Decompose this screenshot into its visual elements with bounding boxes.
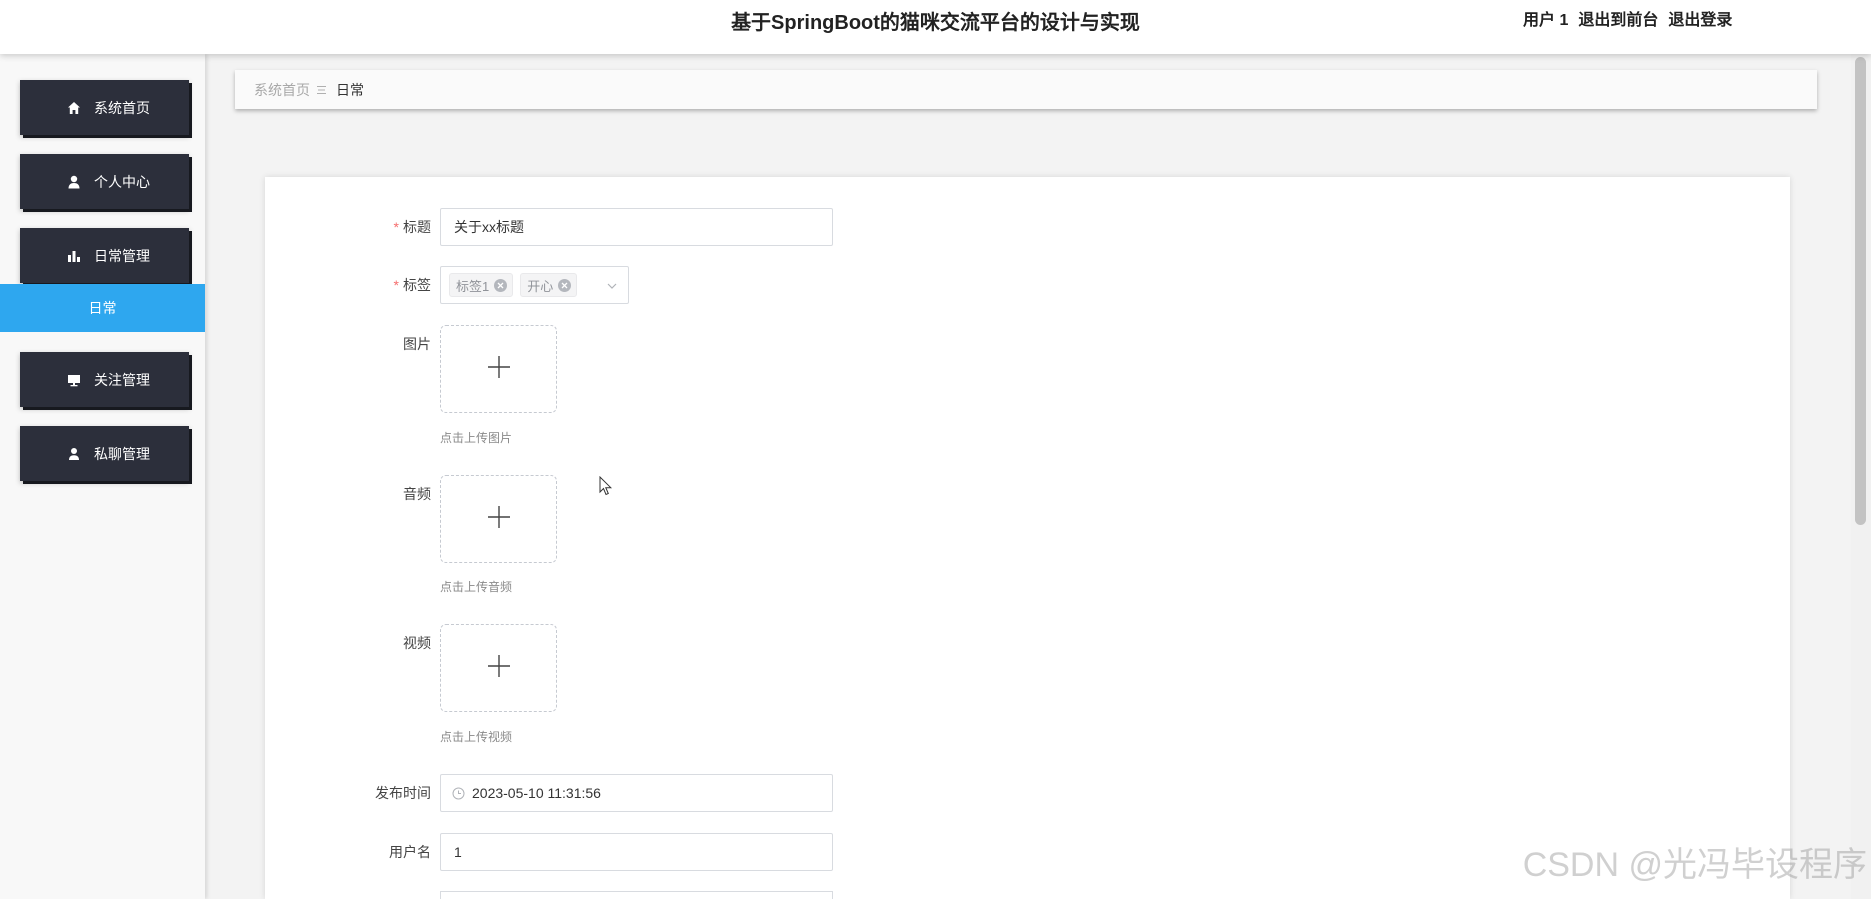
publish-time-input[interactable] xyxy=(440,774,833,812)
bar-chart-icon xyxy=(67,249,81,263)
monitor-icon xyxy=(67,373,81,387)
username-label: 用户名 xyxy=(389,844,431,860)
sidebar-item-chat-manage[interactable]: 私聊管理 xyxy=(20,426,189,481)
image-upload-hint: 点击上传图片 xyxy=(440,431,513,445)
chevron-down-icon xyxy=(606,280,618,292)
logout-link[interactable]: 退出登录 xyxy=(1668,0,1732,42)
audio-upload-hint: 点击上传音频 xyxy=(440,580,513,594)
app-root: 基于SpringBoot的猫咪交流平台的设计与实现 用户 1 退出到前台 退出登… xyxy=(0,0,1871,899)
tag-chip: 标签1 xyxy=(449,273,514,297)
image-upload-button[interactable] xyxy=(440,325,557,413)
sidebar-item-label: 系统首页 xyxy=(94,99,150,116)
video-upload-button[interactable] xyxy=(440,624,557,712)
tags-label-text: 标签 xyxy=(403,277,431,293)
clock-icon xyxy=(452,787,465,800)
home-icon xyxy=(67,101,81,115)
plus-icon xyxy=(486,653,512,684)
sidebar-item-home[interactable]: 系统首页 xyxy=(20,80,189,135)
tag-text: 开心 xyxy=(527,278,554,294)
watermark: CSDN @光冯毕设程序 xyxy=(1522,846,1867,884)
sidebar-item-label: 关注管理 xyxy=(94,371,150,388)
sidebar-item-label: 个人中心 xyxy=(94,173,150,190)
breadcrumb-home[interactable]: 系统首页 xyxy=(254,80,310,100)
user-icon xyxy=(67,175,81,189)
current-user-label[interactable]: 用户 1 xyxy=(1523,0,1568,42)
sidebar-item-daily-manage[interactable]: 日常管理 xyxy=(20,228,189,283)
header-user-menu: 用户 1 退出到前台 退出登录 xyxy=(1523,0,1732,42)
required-mark: * xyxy=(393,277,399,293)
daily-form-card: *标题 *标签 标签1 开心 图片 xyxy=(265,177,1790,899)
breadcrumb: 系统首页 日常 xyxy=(235,70,1817,109)
image-label: 图片 xyxy=(403,336,431,352)
close-circle-icon[interactable] xyxy=(558,278,572,292)
video-label: 视频 xyxy=(403,635,431,651)
sidebar: 系统首页 个人中心 日常管理 日常 关注管理 私聊管理 xyxy=(0,54,205,899)
scrollbar-thumb[interactable] xyxy=(1855,57,1866,525)
menu-icon xyxy=(317,85,326,95)
video-upload-hint: 点击上传视频 xyxy=(440,730,513,744)
next-field-input[interactable] xyxy=(440,891,833,899)
tag-chip: 开心 xyxy=(520,273,578,297)
breadcrumb-current: 日常 xyxy=(336,81,364,98)
back-to-front-link[interactable]: 退出到前台 xyxy=(1578,0,1658,42)
plus-icon xyxy=(486,354,512,385)
title-input[interactable] xyxy=(440,208,833,246)
title-label: * 标题 xyxy=(300,208,431,246)
sidebar-item-follow-manage[interactable]: 关注管理 xyxy=(20,352,189,407)
publish-time-label: 发布时间 xyxy=(375,785,431,801)
sidebar-item-label: 日常管理 xyxy=(94,247,150,264)
required-mark: * xyxy=(393,219,399,235)
tags-select[interactable]: 标签1 开心 xyxy=(440,266,629,304)
sidebar-item-profile[interactable]: 个人中心 xyxy=(20,154,189,209)
sidebar-item-label: 私聊管理 xyxy=(94,445,150,462)
plus-icon xyxy=(486,504,512,535)
close-circle-icon[interactable] xyxy=(494,278,508,292)
audio-label: 音频 xyxy=(403,486,431,502)
title-label-text: 标题 xyxy=(403,219,431,235)
tags-label: * 标签 xyxy=(300,266,431,304)
sidebar-subitem-daily[interactable]: 日常 xyxy=(0,284,205,332)
person-icon xyxy=(67,447,81,461)
cursor-icon xyxy=(599,475,613,496)
tag-text: 标签1 xyxy=(456,278,490,294)
top-header: 基于SpringBoot的猫咪交流平台的设计与实现 用户 1 退出到前台 退出登… xyxy=(0,0,1871,54)
audio-upload-button[interactable] xyxy=(440,475,557,563)
username-input[interactable] xyxy=(440,833,833,871)
